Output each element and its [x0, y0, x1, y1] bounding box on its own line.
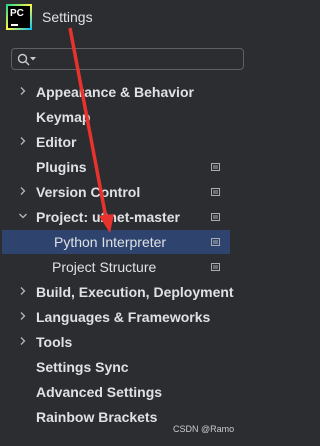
window-title: Settings	[42, 9, 93, 25]
tree-item-label: Appearance & Behavior	[36, 84, 194, 100]
tree-item-label: Version Control	[36, 184, 141, 200]
tree-item-label: Languages & Frameworks	[36, 309, 211, 325]
chevron-down-icon[interactable]	[18, 211, 28, 221]
tree-item-label: Project: u2net-master	[36, 209, 180, 225]
tree-item-appearance-behavior[interactable]: Appearance & Behavior	[0, 80, 250, 104]
project-level-icon	[211, 263, 220, 271]
tree-item-build-execution-deployment[interactable]: Build, Execution, Deployment	[0, 280, 250, 304]
chevron-right-icon[interactable]	[18, 286, 28, 296]
search-icon	[17, 53, 30, 66]
tree-item-label: Rainbow Brackets	[36, 409, 158, 425]
tree-item-label: Project Structure	[52, 259, 157, 275]
project-level-icon	[211, 188, 220, 196]
tree-item-settings-sync[interactable]: Settings Sync	[0, 355, 250, 379]
chevron-right-icon[interactable]	[18, 336, 28, 346]
pycharm-logo-icon: PC	[8, 6, 30, 28]
tree-item-plugins[interactable]: Plugins	[0, 155, 250, 179]
tree-item-advanced-settings[interactable]: Advanced Settings	[0, 380, 250, 404]
project-level-icon	[211, 213, 220, 221]
tree-item-label: Tools	[36, 334, 73, 350]
tree-item-label: Keymap	[36, 109, 91, 125]
tree-item-label: Settings Sync	[36, 359, 129, 375]
tree-item-keymap[interactable]: Keymap	[0, 105, 250, 129]
logo-text: PC	[10, 8, 24, 19]
chevron-right-icon[interactable]	[18, 311, 28, 321]
tree-item-project-u2net-master[interactable]: Project: u2net-master	[0, 205, 250, 229]
chevron-right-icon[interactable]	[18, 136, 28, 146]
tree-item-version-control[interactable]: Version Control	[0, 180, 250, 204]
tree-item-tools[interactable]: Tools	[0, 330, 250, 354]
tree-item-label: Editor	[36, 134, 77, 150]
logo-bar	[11, 24, 18, 26]
tree-item-label: Python Interpreter	[54, 234, 167, 250]
tree-item-label: Advanced Settings	[36, 384, 163, 400]
tree-item-label: Plugins	[36, 159, 87, 175]
tree-item-languages-frameworks[interactable]: Languages & Frameworks	[0, 305, 250, 329]
tree-item-label: Build, Execution, Deployment	[36, 284, 234, 300]
watermark: CSDN @Ramo	[173, 424, 235, 434]
search-options-chevron-icon[interactable]	[30, 57, 36, 61]
tree-item-editor[interactable]: Editor	[0, 130, 250, 154]
title-bar: PC Settings	[0, 0, 250, 36]
tree-item-python-interpreter[interactable]: Python Interpreter	[2, 230, 230, 254]
settings-search-input[interactable]	[11, 48, 244, 70]
project-level-icon	[211, 238, 220, 246]
project-level-icon	[211, 163, 220, 171]
chevron-right-icon[interactable]	[18, 86, 28, 96]
tree-item-project-structure[interactable]: Project Structure	[0, 255, 250, 279]
chevron-right-icon[interactable]	[18, 186, 28, 196]
